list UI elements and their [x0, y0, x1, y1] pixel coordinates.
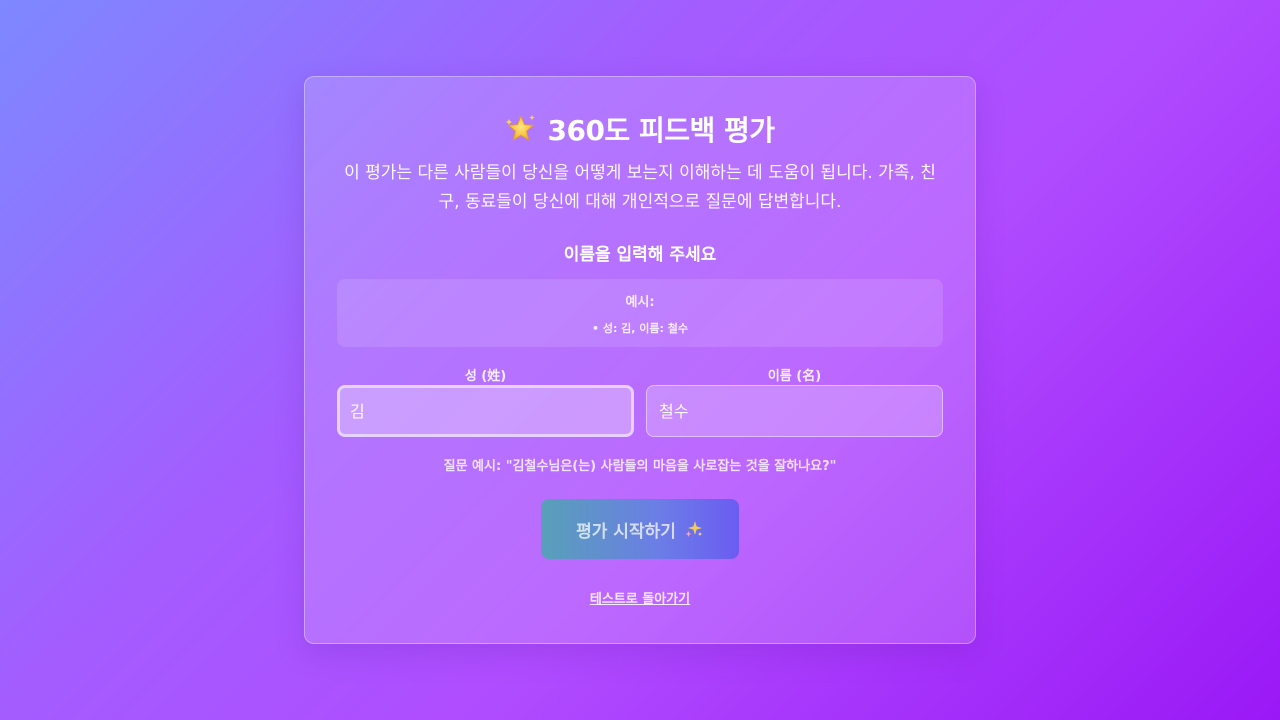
- page-description: 이 평가는 다른 사람들이 당신을 어떻게 보는지 이해하는 데 도움이 됩니다…: [344, 163, 936, 212]
- title-row: 360도 피드백 평가: [337, 109, 943, 149]
- name-fields: 성 (姓) 이름 (名): [337, 365, 943, 437]
- first-name-input[interactable]: [646, 385, 943, 437]
- name-heading: 이름을 입력해 주세요: [563, 245, 717, 265]
- sparkle-icon: [684, 519, 704, 539]
- last-name-group: 성 (姓): [337, 365, 634, 437]
- first-name-group: 이름 (名): [646, 365, 943, 437]
- page-title: 360도 피드백 평가: [547, 114, 775, 147]
- last-name-label: 성 (姓): [464, 369, 507, 384]
- first-name-label: 이름 (名): [767, 369, 822, 384]
- start-button-label: 평가 시작하기: [576, 521, 676, 542]
- button-wrap: 평가 시작하기: [337, 499, 943, 559]
- start-assessment-button[interactable]: 평가 시작하기: [541, 499, 739, 559]
- example-label: 예시:: [625, 295, 655, 310]
- question-example: 질문 예시: "김철수님은(는) 사람들의 마음을 사로잡는 것을 잘하나요?": [443, 459, 837, 474]
- example-item: • 성: 김, 이름: 철수: [591, 322, 689, 335]
- star-icon: [505, 113, 537, 145]
- last-name-input[interactable]: [337, 385, 634, 437]
- back-to-tests-link[interactable]: 테스트로 돌아가기: [337, 588, 943, 607]
- example-box: 예시: • 성: 김, 이름: 철수: [337, 279, 943, 347]
- assessment-card: 360도 피드백 평가 이 평가는 다른 사람들이 당신을 어떻게 보는지 이해…: [304, 76, 976, 644]
